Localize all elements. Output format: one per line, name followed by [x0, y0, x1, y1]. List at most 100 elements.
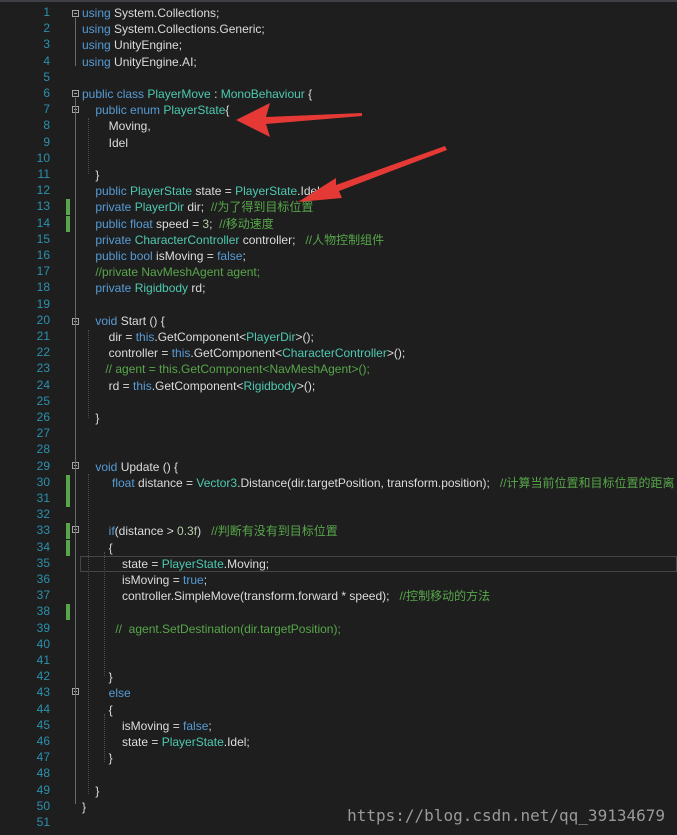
code-token: Moving, [82, 119, 151, 134]
code-token: PlayerState [161, 556, 224, 571]
code-line: public PlayerState state = PlayerState.I… [82, 183, 323, 199]
change-bar [66, 474, 70, 491]
line-number: 12 [36, 183, 50, 198]
code-line: { [82, 702, 113, 718]
line-number: 50 [36, 798, 50, 813]
collapse-toggle-icon[interactable] [72, 10, 79, 17]
code-token: } [82, 751, 113, 766]
code-token: } [82, 168, 100, 182]
line-number: 17 [36, 264, 50, 279]
code-token: private [82, 281, 135, 296]
line-number: 4 [43, 53, 50, 68]
code-token: CharacterController [134, 232, 240, 247]
code-token: } [82, 783, 100, 798]
line-number: 20 [36, 312, 50, 327]
code-token: state = [192, 184, 236, 199]
line-number: 14 [36, 215, 50, 230]
code-token: public class [82, 87, 148, 101]
code-token: void [82, 313, 121, 328]
code-token: Idel [82, 135, 129, 150]
line-number: 36 [36, 572, 50, 586]
line-number: 33 [36, 523, 50, 538]
watermark: https://blog.csdn.net/qq_39134679 [347, 806, 665, 825]
line-number: 1 [43, 5, 50, 19]
code-line: } [82, 750, 113, 766]
code-line: // agent = this.GetComponent<NavMeshAgen… [82, 361, 370, 377]
code-line: private PlayerDir dir; //为了得到目标位置 [82, 199, 313, 215]
code-token: PlayerDir [246, 330, 296, 344]
code-line: } [82, 799, 86, 815]
code-token: using [82, 38, 111, 53]
code-token: public enum [82, 103, 164, 118]
change-bar [66, 215, 70, 232]
line-number: 34 [36, 539, 50, 554]
code-token: PlayerState [163, 103, 226, 118]
code-token: ) [197, 524, 212, 539]
change-bar [66, 491, 70, 507]
code-line: dir = this.GetComponent<PlayerDir>(); [82, 329, 314, 345]
code-token: isMoving = [156, 249, 218, 263]
code-line: state = PlayerState.Moving; [82, 556, 269, 572]
line-number: 45 [36, 717, 50, 732]
code-token: speed = [156, 216, 203, 231]
code-editor[interactable]: 1 2 3 4 5 6 7 8 9 10 11 12 13 14 15 16 17 18 19 20 21 22 23 24 2… [0, 0, 677, 835]
code-token: using [82, 54, 111, 69]
code-token: Vector3 [196, 475, 238, 490]
line-number: 5 [43, 69, 50, 84]
line-number: 46 [36, 734, 50, 748]
code-line: using UnityEngine.AI; [82, 54, 197, 70]
code-token: // agent = this.GetComponent<NavMeshAgen… [82, 362, 370, 377]
fold-rail [75, 18, 77, 66]
line-number: 8 [43, 118, 50, 133]
code-token: .GetComponent< [154, 330, 247, 344]
code-line: } [82, 410, 99, 426]
code-token: .Distance(dir.targetPosition, transform.… [237, 475, 500, 490]
code-token: controller; [239, 232, 306, 247]
code-line: using System.Collections.Generic; [82, 21, 265, 37]
red-arrow-icon [236, 103, 362, 137]
code-token: controller.SimpleMove(transform.forward … [82, 589, 400, 604]
code-token: CharacterController [282, 346, 387, 361]
code-token: state = [82, 556, 162, 571]
line-number: 9 [43, 134, 50, 149]
code-token: //移动速度 [219, 216, 274, 231]
code-token: ; [203, 573, 208, 587]
code-line: void Start () { [82, 313, 165, 329]
code-token: PlayerMove [147, 87, 211, 101]
code-token: >(); [296, 378, 316, 393]
code-token: false [217, 249, 243, 263]
collapse-toggle-icon[interactable] [72, 90, 79, 97]
code-token: isMoving = [82, 718, 184, 733]
code-token: System.Collections.Generic; [110, 22, 265, 37]
code-token: Start () { [120, 313, 165, 328]
code-token: ; [208, 718, 212, 733]
line-number: 19 [36, 296, 50, 311]
line-number: 22 [36, 345, 50, 360]
code-token: //控制移动的方法 [399, 589, 491, 604]
code-token: UnityEngine; [110, 38, 183, 53]
code-line: } [82, 783, 99, 799]
line-number: 13 [36, 199, 50, 214]
line-number: 31 [36, 491, 50, 505]
code-token: } [82, 799, 87, 814]
code-token: { [225, 103, 230, 118]
code-token: .GetComponent< [190, 346, 283, 361]
code-line: } [82, 669, 113, 685]
code-token: // agent.SetDestination(dir.targetPositi… [82, 621, 341, 636]
code-line: if(distance > 0.3f) //判断有没有到目标位置 [82, 523, 338, 539]
line-number: 51 [36, 815, 50, 829]
line-number: 43 [36, 685, 50, 700]
code-line: Idel [82, 135, 128, 151]
code-line: void Update () { [82, 459, 178, 475]
code-line: Moving, [82, 118, 151, 134]
code-token: { [82, 540, 113, 555]
line-number: 44 [36, 701, 50, 716]
line-number: 27 [36, 426, 50, 441]
code-line: isMoving = false; [82, 718, 212, 734]
line-number: 48 [36, 766, 50, 781]
code-line: rd = this.GetComponent<Rigidbody>(); [82, 378, 316, 394]
code-token: dir; [184, 200, 211, 215]
code-token: { [82, 702, 113, 717]
line-number: 42 [36, 669, 50, 684]
line-number: 24 [36, 377, 50, 392]
